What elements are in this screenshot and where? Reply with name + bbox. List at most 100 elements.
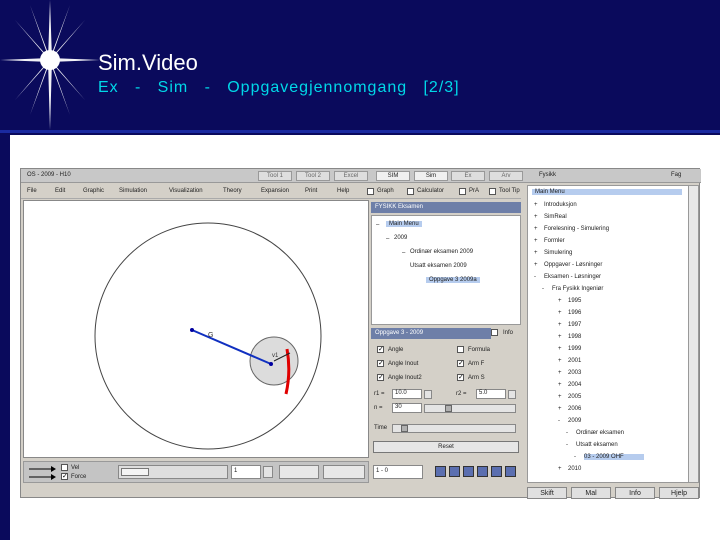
main-menu-item[interactable]: 1995 bbox=[568, 298, 581, 304]
tree-item-oppgave[interactable]: Oppgave 3 2009a bbox=[426, 277, 480, 283]
angle-inout2-checkbox[interactable]: ✓ bbox=[377, 374, 384, 381]
main-menu-scrollbar[interactable] bbox=[688, 186, 698, 482]
tree-item-2009[interactable]: 2009 bbox=[394, 235, 407, 241]
tab-excel[interactable]: Excel bbox=[334, 171, 368, 181]
main-menu-item[interactable]: Utsatt eksamen bbox=[576, 442, 618, 448]
vel-checkbox[interactable] bbox=[61, 464, 68, 471]
main-menu-item[interactable]: Ordinær eksamen bbox=[576, 430, 624, 436]
main-menu-item[interactable]: 2010 bbox=[568, 466, 581, 472]
arm-s-checkbox[interactable]: ✓ bbox=[457, 374, 464, 381]
menu-item-toggle-icon[interactable]: + bbox=[558, 322, 562, 328]
main-menu-item[interactable]: SimReal bbox=[544, 214, 567, 220]
menu-file[interactable]: File bbox=[27, 188, 37, 194]
menu-item-toggle-icon[interactable]: - bbox=[566, 430, 568, 436]
reset-button[interactable]: Reset bbox=[373, 441, 519, 453]
main-menu-item[interactable]: 1999 bbox=[568, 346, 581, 352]
tab-ex[interactable]: Ex bbox=[451, 171, 485, 181]
menu-item-toggle-icon[interactable]: + bbox=[558, 346, 562, 352]
r1-field[interactable]: 10.0 bbox=[392, 389, 422, 399]
main-menu-item[interactable]: Fra Fysikk Ingeniør bbox=[552, 286, 603, 292]
main-menu-item[interactable]: Oppgaver - Løsninger bbox=[544, 262, 602, 268]
n-field[interactable]: 30 bbox=[392, 403, 422, 413]
menu-item-toggle-icon[interactable]: + bbox=[534, 226, 538, 232]
time-slider[interactable] bbox=[392, 424, 516, 433]
main-menu-item[interactable]: 2004 bbox=[568, 382, 581, 388]
menu-graphic[interactable]: Graphic bbox=[83, 188, 104, 194]
main-menu-item[interactable]: Simulering bbox=[544, 250, 572, 256]
menu-item-toggle-icon[interactable]: + bbox=[558, 406, 562, 412]
tab-arv[interactable]: Arv bbox=[489, 171, 523, 181]
tree-item-ordinaer[interactable]: Ordinær eksamen 2009 bbox=[410, 249, 473, 255]
first-frame-button[interactable] bbox=[435, 466, 446, 477]
next-frame-button[interactable] bbox=[505, 466, 516, 477]
main-menu-item[interactable]: 2006 bbox=[568, 406, 581, 412]
time-slider-thumb[interactable] bbox=[401, 425, 408, 432]
main-menu-item[interactable]: 1997 bbox=[568, 322, 581, 328]
menu-item-toggle-icon[interactable]: + bbox=[534, 262, 538, 268]
menu-simulation[interactable]: Simulation bbox=[119, 188, 147, 194]
tab-tool-2[interactable]: Tool 2 bbox=[296, 171, 330, 181]
menu-visualization[interactable]: Visualization bbox=[169, 188, 203, 194]
tooltip-toggle[interactable] bbox=[489, 188, 496, 195]
speed-slider[interactable] bbox=[118, 465, 228, 479]
menu-expansion[interactable]: Expansion bbox=[261, 188, 289, 194]
speed-slider-thumb[interactable] bbox=[121, 468, 149, 476]
tree-toggle-icon[interactable]: – bbox=[386, 236, 389, 242]
formula-checkbox[interactable] bbox=[457, 346, 464, 353]
tree-toggle-icon[interactable]: – bbox=[402, 250, 405, 256]
menu-help[interactable]: Help bbox=[337, 188, 349, 194]
menu-item-toggle-icon[interactable]: + bbox=[558, 298, 562, 304]
menu-item-toggle-icon[interactable]: + bbox=[534, 238, 538, 244]
main-menu-item[interactable]: 2005 bbox=[568, 394, 581, 400]
menu-item-toggle-icon[interactable]: + bbox=[558, 466, 562, 472]
menu-theory[interactable]: Theory bbox=[223, 188, 242, 194]
hjelp-button[interactable]: Hjelp bbox=[659, 487, 699, 499]
main-menu-item[interactable]: Formler bbox=[544, 238, 565, 244]
menu-item-toggle-icon[interactable]: + bbox=[558, 394, 562, 400]
menu-item-toggle-icon[interactable]: + bbox=[534, 250, 538, 256]
step-spinner[interactable] bbox=[263, 466, 273, 478]
tree-item-utsatt[interactable]: Utsatt eksamen 2009 bbox=[410, 263, 467, 269]
menu-print[interactable]: Print bbox=[305, 188, 317, 194]
menu-item-toggle-icon[interactable]: - bbox=[534, 274, 536, 280]
angle-inout-checkbox[interactable]: ✓ bbox=[377, 360, 384, 367]
skift-button[interactable]: Skift bbox=[527, 487, 567, 499]
rewind-button[interactable] bbox=[463, 466, 474, 477]
force-checkbox[interactable]: ✓ bbox=[61, 473, 68, 480]
pra-toggle[interactable] bbox=[459, 188, 466, 195]
r2-field[interactable]: 5.0 bbox=[476, 389, 506, 399]
menu-item-toggle-icon[interactable]: + bbox=[534, 202, 538, 208]
menu-item-toggle-icon[interactable]: - bbox=[566, 442, 568, 448]
r1-spinner[interactable] bbox=[424, 390, 432, 399]
menu-edit[interactable]: Edit bbox=[55, 188, 65, 194]
menu-item-toggle-icon[interactable]: + bbox=[558, 358, 562, 364]
tab-sim-upper[interactable]: SIM bbox=[376, 171, 410, 181]
main-menu-title[interactable]: Main Menu bbox=[532, 189, 682, 195]
r2-spinner[interactable] bbox=[508, 390, 516, 399]
info-checkbox[interactable] bbox=[491, 329, 498, 336]
graph-toggle[interactable] bbox=[367, 188, 374, 195]
tab-sim[interactable]: Sim bbox=[414, 171, 448, 181]
main-menu-item[interactable]: 2003 bbox=[568, 370, 581, 376]
tab-tool-1[interactable]: Tool 1 bbox=[258, 171, 292, 181]
right-titlebar-fag[interactable]: Fag bbox=[671, 172, 681, 178]
menu-item-toggle-icon[interactable]: + bbox=[558, 382, 562, 388]
tree-item-main-menu[interactable]: Main Menu bbox=[386, 221, 422, 227]
mal-button[interactable]: Mal bbox=[571, 487, 611, 499]
main-menu-item[interactable]: 2009 bbox=[568, 418, 581, 424]
main-menu-item[interactable]: Forelesning - Simulering bbox=[544, 226, 609, 232]
main-menu-item[interactable]: Eksamen - Løsninger bbox=[544, 274, 601, 280]
main-menu-item[interactable]: 1998 bbox=[568, 334, 581, 340]
main-menu-item[interactable]: 1996 bbox=[568, 310, 581, 316]
step-back-button[interactable] bbox=[449, 466, 460, 477]
info-button[interactable]: Info bbox=[615, 487, 655, 499]
angle-checkbox[interactable]: ✓ bbox=[377, 346, 384, 353]
main-menu-item[interactable]: 03 - 2009 OHF bbox=[584, 454, 644, 460]
simulation-canvas[interactable]: G v1 bbox=[23, 200, 369, 458]
menu-item-toggle-icon[interactable]: + bbox=[558, 370, 562, 376]
main-menu-item[interactable]: 2001 bbox=[568, 358, 581, 364]
n-slider[interactable] bbox=[424, 404, 516, 413]
stop-button[interactable] bbox=[477, 466, 488, 477]
n-slider-thumb[interactable] bbox=[445, 405, 452, 412]
menu-item-toggle-icon[interactable]: - bbox=[558, 418, 560, 424]
